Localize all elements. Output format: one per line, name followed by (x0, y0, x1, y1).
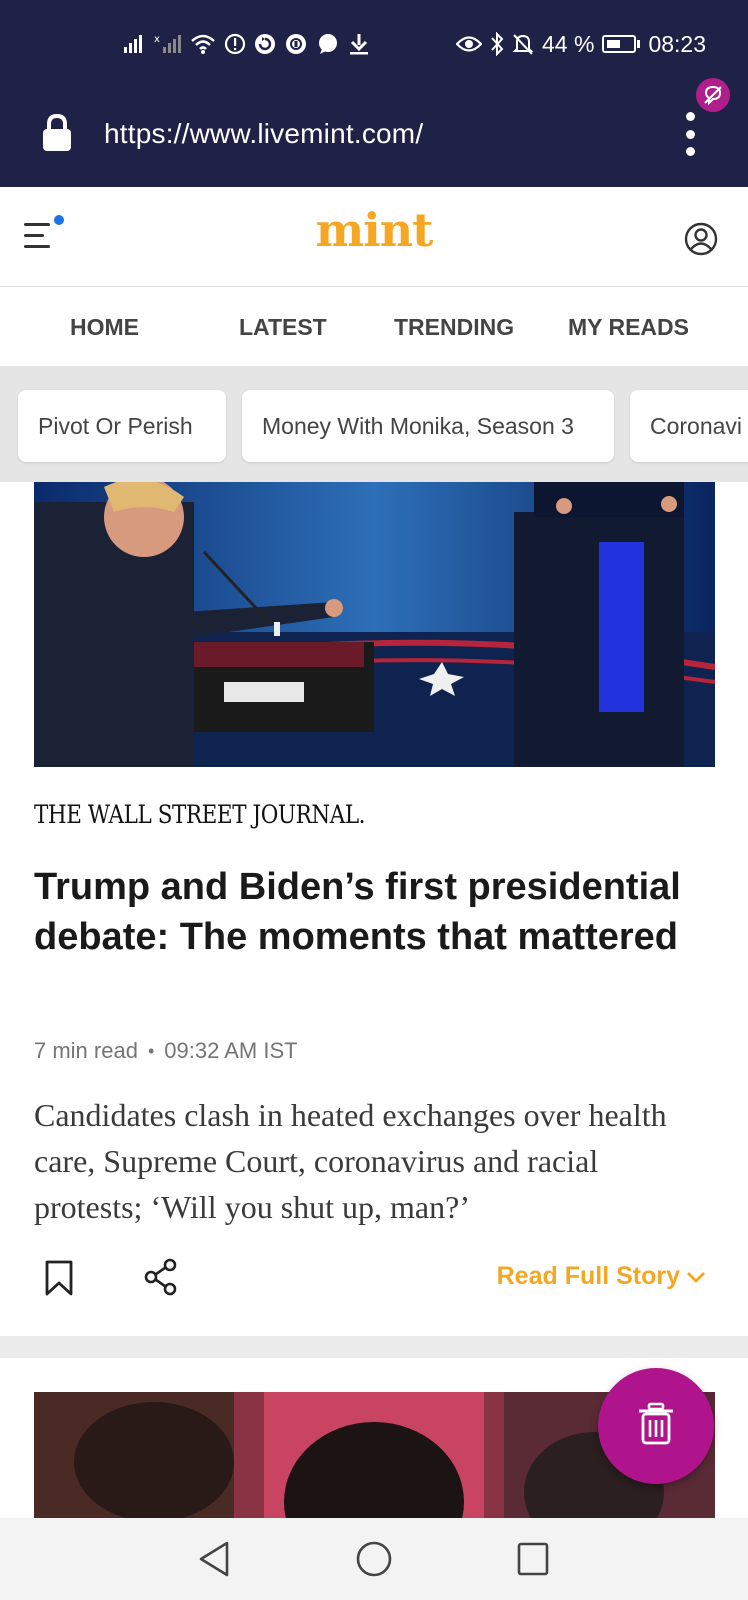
status-bar: x 44 % 08:23 (0, 0, 748, 88)
battery-icon (602, 35, 641, 53)
system-navigation-bar (0, 1518, 748, 1600)
alert-icon (224, 33, 246, 55)
source-logo: THE WALL STREET JOURNAL. (34, 800, 366, 829)
nav-my-reads[interactable]: MY READS (568, 314, 689, 341)
card-divider (0, 1336, 748, 1358)
chat-icon (316, 33, 340, 55)
meta-separator: • (147, 1040, 155, 1061)
signal-roaming-icon: x (154, 33, 182, 55)
site-header: mint (0, 187, 748, 287)
mute-icon (512, 32, 534, 56)
lock-icon (42, 113, 72, 157)
article-headline[interactable]: Trump and Biden’s first presidential deb… (34, 862, 714, 962)
wifi-icon (190, 33, 216, 55)
svg-text:x: x (154, 34, 160, 45)
read-full-story-label: Read Full Story (496, 1262, 680, 1290)
dot (685, 112, 695, 121)
article-hero-image[interactable] (34, 482, 715, 767)
article-summary: Candidates clash in heated exchanges ove… (34, 1097, 667, 1225)
nav-latest[interactable]: LATEST (239, 314, 327, 341)
nav-trending[interactable]: TRENDING (394, 314, 514, 341)
bookmark-icon[interactable] (44, 1259, 74, 1302)
browser-menu-button[interactable] (678, 112, 702, 156)
trash-icon (636, 1402, 676, 1451)
nav-home[interactable]: HOME (70, 314, 139, 341)
article-card: THE WALL STREET JOURNAL. Trump and Biden… (0, 482, 748, 1336)
recents-icon[interactable] (516, 1540, 550, 1583)
status-icons-left: x (122, 28, 370, 60)
sync-icon (254, 33, 276, 55)
battery-percent: 44 % (542, 30, 595, 57)
chevron-down-icon (686, 1262, 706, 1291)
browser-chrome: x 44 % 08:23 https://www.livemint.com/ (0, 0, 748, 187)
home-icon[interactable] (355, 1540, 393, 1583)
read-time: 7 min read (34, 1038, 138, 1063)
read-full-story-button[interactable]: Read Full Story (497, 1262, 706, 1291)
profile-icon[interactable] (684, 222, 718, 261)
site-logo[interactable]: mint (0, 203, 748, 257)
share-icon[interactable] (143, 1258, 179, 1301)
section-nav: HOME LATEST TRENDING MY READS (0, 288, 748, 366)
status-icons-right: 44 % 08:23 (456, 28, 706, 60)
eye-icon (456, 35, 482, 53)
url-bar[interactable]: https://www.livemint.com/ (0, 88, 748, 187)
chip-coronavirus[interactable]: Coronavi (630, 390, 748, 462)
back-icon[interactable] (197, 1540, 231, 1583)
signal-icon (122, 33, 146, 55)
delete-fab[interactable] (598, 1368, 714, 1484)
publish-time: 09:32 AM IST (164, 1038, 298, 1063)
vpn-icon (284, 33, 308, 55)
clock: 08:23 (648, 30, 706, 57)
chip-money-with-monika[interactable]: Money With Monika, Season 3 (242, 390, 614, 462)
dot (685, 147, 695, 156)
topic-chips: Pivot Or Perish Money With Monika, Seaso… (0, 366, 748, 482)
bluetooth-icon (490, 32, 504, 56)
download-icon (348, 33, 370, 55)
dot (685, 129, 695, 139)
article-meta: 7 min read • 09:32 AM IST (34, 1038, 298, 1064)
url-text[interactable]: https://www.livemint.com/ (104, 118, 423, 150)
chip-pivot-or-perish[interactable]: Pivot Or Perish (18, 390, 226, 462)
privacy-badge-icon[interactable] (696, 78, 730, 112)
